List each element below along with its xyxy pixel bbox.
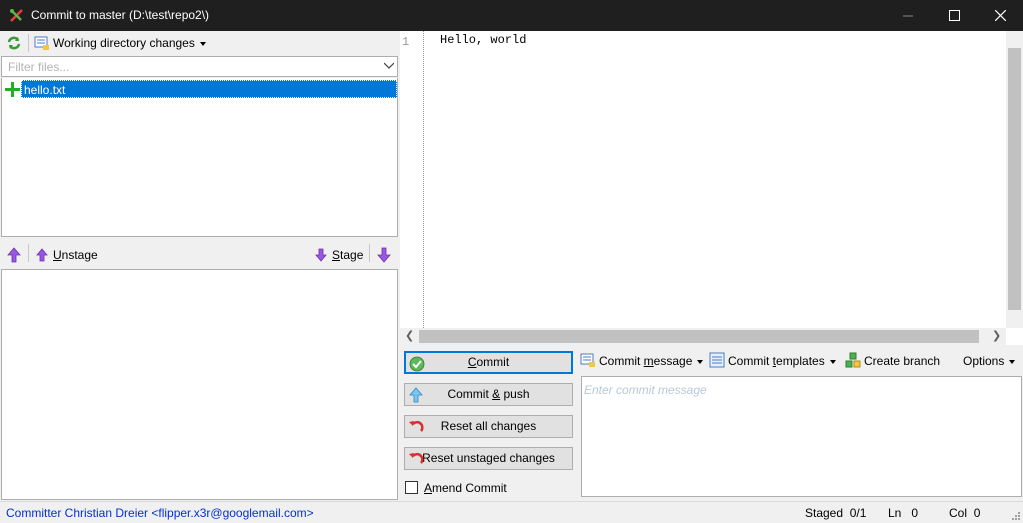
reset-unstaged-label: Reset unstaged changes	[422, 451, 555, 465]
working-directory-label: Working directory changes	[53, 36, 195, 50]
vertical-scrollbar[interactable]	[1006, 31, 1023, 328]
resize-grip-icon[interactable]	[1011, 511, 1021, 521]
working-directory-dropdown[interactable]: Working directory changes	[53, 36, 206, 50]
commit-push-label: Commit & push	[447, 387, 530, 401]
dropdown-caret-icon	[199, 41, 206, 46]
dropdown-caret-icon	[829, 359, 836, 364]
maximize-icon	[948, 10, 960, 21]
push-up-icon	[409, 387, 423, 403]
file-content: Hello, world	[440, 33, 527, 47]
reset-icon	[409, 452, 424, 464]
filter-files-input[interactable]	[2, 57, 372, 76]
refresh-icon[interactable]	[6, 35, 22, 51]
staged-count: Staged 0/1	[805, 506, 867, 520]
dropdown-caret-icon	[1009, 359, 1016, 364]
stage-icon	[315, 248, 327, 262]
status-bar: Committer Christian Dreier <flipper.x3r@…	[0, 501, 1023, 523]
horizontal-scrollbar[interactable]: ❮ ❯	[400, 328, 1006, 345]
committer-link[interactable]: Committer Christian Dreier <flipper.x3r@…	[6, 506, 314, 520]
commit-push-button[interactable]: Commit & push	[404, 383, 573, 406]
checkbox[interactable]	[405, 481, 418, 494]
stage-toolbar: Unstage Stage	[0, 241, 400, 268]
create-branch-button[interactable]: Create branch	[864, 354, 940, 368]
minimize-button[interactable]	[885, 0, 931, 31]
filter-files-box	[1, 56, 398, 77]
scrollbar-thumb[interactable]	[419, 330, 979, 343]
working-directory-icon	[34, 36, 49, 50]
added-file-icon	[5, 82, 20, 97]
unstage-button[interactable]: Unstage	[53, 248, 98, 262]
file-name: hello.txt	[21, 80, 397, 98]
commit-templates-menu[interactable]: Commit templates	[728, 354, 836, 368]
left-panel: Working directory changes hello.txt Unst…	[0, 31, 400, 501]
scroll-right-icon[interactable]: ❯	[992, 329, 1001, 342]
column-indicator: Col 0	[949, 506, 981, 520]
commit-message-icon	[580, 353, 595, 367]
templates-icon	[709, 352, 725, 368]
close-button[interactable]	[977, 0, 1023, 31]
unstage-all-icon[interactable]	[6, 247, 22, 263]
scroll-left-icon[interactable]: ❮	[405, 329, 414, 342]
dropdown-caret-icon	[697, 359, 704, 364]
diff-viewer[interactable]: 1 Hello, world ❮ ❯	[400, 31, 1023, 345]
minimize-icon	[903, 15, 913, 16]
commit-message-toolbar: Commit message Commit templates Create b…	[576, 349, 1023, 373]
git-app-icon	[10, 9, 23, 22]
unstaged-files-list[interactable]: hello.txt	[1, 78, 398, 237]
reset-icon	[409, 420, 424, 432]
branch-icon	[845, 352, 861, 368]
toolbar-separator	[28, 244, 29, 262]
commit-label: Commit	[467, 355, 510, 369]
unstage-icon	[36, 248, 48, 262]
reset-all-label: Reset all changes	[440, 419, 537, 433]
files-toolbar: Working directory changes	[0, 31, 400, 55]
staged-files-list[interactable]	[1, 269, 398, 500]
line-number: 1	[402, 35, 410, 49]
line-number-gutter: 1	[400, 31, 424, 328]
toolbar-separator	[369, 244, 370, 262]
check-icon	[409, 356, 425, 372]
line-indicator: Ln 0	[888, 506, 919, 520]
commit-message-input[interactable]	[582, 377, 1021, 496]
window-title: Commit to master (D:\test\repo2\)	[31, 8, 210, 22]
commit-message-box	[581, 376, 1022, 497]
close-icon	[994, 10, 1006, 21]
commit-button[interactable]: Commit	[404, 351, 573, 374]
title-bar: Commit to master (D:\test\repo2\)	[0, 0, 1023, 31]
options-menu[interactable]: Options	[963, 354, 1016, 368]
scrollbar-thumb[interactable]	[1008, 48, 1021, 310]
maximize-button[interactable]	[931, 0, 977, 31]
amend-commit-label: Amend Commit	[424, 481, 507, 495]
list-item[interactable]: hello.txt	[4, 80, 397, 98]
commit-message-menu[interactable]: Commit message	[599, 354, 704, 368]
stage-all-icon[interactable]	[376, 247, 392, 263]
right-panel: 1 Hello, world ❮ ❯ Commit Commit & push …	[400, 31, 1023, 501]
stage-button[interactable]: Stage	[332, 248, 363, 262]
toolbar-separator	[28, 34, 29, 52]
chevron-down-icon[interactable]	[384, 62, 394, 69]
reset-all-button[interactable]: Reset all changes	[404, 415, 573, 438]
reset-unstaged-button[interactable]: Reset unstaged changes	[404, 447, 573, 470]
